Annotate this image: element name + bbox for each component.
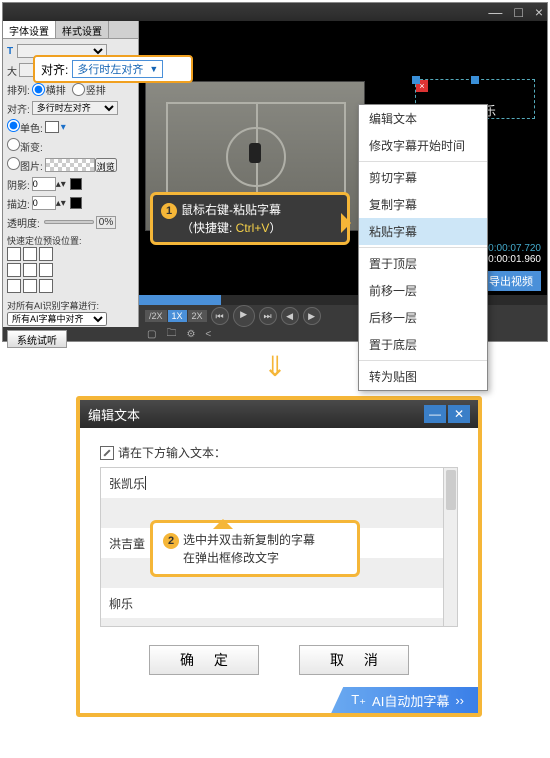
dialog-minimize-button[interactable]: — [424,405,446,423]
ctx-move-backward[interactable]: 后移一层 [359,304,487,331]
text-tool-icon[interactable]: T [7,46,13,57]
dialog-prompt: 请在下方输入文本： [100,444,458,461]
stepper-icon[interactable]: ▴▾ [56,198,66,209]
ai-caption-label: 对所有AI识别字幕进行: [7,299,134,312]
ctx-cut-subtitle[interactable]: 剪切字幕 [359,164,487,191]
window-titlebar: — □ × [3,3,547,21]
shadow-label: 阴影: [7,177,30,192]
timecode-display: 00:00:07.720 00:00:01.960 [483,243,541,265]
ai-auto-subtitle-button[interactable]: T₊ AI自动加字幕 ›› [331,687,478,713]
dialog-titlebar: 编辑文本 — ✕ [80,400,478,428]
ctx-move-forward[interactable]: 前移一层 [359,277,487,304]
list-item[interactable]: 张凯乐 [101,468,457,498]
align-dropdown-highlight: 对齐: 多行时左对齐▼ [33,55,193,83]
image-label[interactable]: 图片: [7,157,43,173]
color-label[interactable]: 单色: [7,119,43,135]
shadow-color[interactable] [70,178,82,190]
arrange-label: 排列: [7,82,30,97]
maximize-button[interactable]: □ [514,4,522,20]
outline-color[interactable] [70,197,82,209]
list-item[interactable]: 柳乐 [101,588,457,618]
next-button[interactable]: ⏭ [259,307,277,325]
stepper-icon[interactable]: ▴▾ [56,179,66,190]
close-button[interactable]: × [535,4,543,20]
scrollbar[interactable] [443,468,457,626]
video-subject [249,143,261,163]
color-swatch[interactable] [45,121,59,133]
quickpos-label: 快速定位预设位置: [7,234,134,247]
instruction-tooltip-1: 1鼠标右键-粘贴字幕 （快捷键: Ctrl+V） [150,192,350,245]
resize-handle[interactable] [471,76,479,84]
size-label: 大 [7,63,17,78]
browse-button[interactable]: 浏览 [95,158,117,172]
cancel-button[interactable]: 取 消 [299,645,409,675]
position-grid[interactable] [7,247,134,293]
align-label: 对齐: [7,101,30,116]
context-menu: 编辑文本 修改字幕开始时间 剪切字幕 复制字幕 粘贴字幕 置于顶层 前移一层 后… [358,104,488,391]
list-item[interactable] [101,618,457,627]
dialog-close-button[interactable]: ✕ [448,405,470,423]
tab-style-settings[interactable]: 样式设置 [56,21,109,38]
edit-icon [100,446,114,460]
speed-toggle[interactable]: /2X 1X 2X [145,310,207,322]
step-back-button[interactable]: ◀ [281,307,299,325]
ctx-bring-to-front[interactable]: 置于顶层 [359,250,487,277]
flow-arrow-icon: ⇓ [263,350,286,383]
opacity-value: 0% [96,216,116,229]
ok-button[interactable]: 确 定 [149,645,259,675]
color-dropdown-icon[interactable]: ▾ [61,122,66,133]
system-test-button[interactable]: 系统试听 [7,330,67,348]
opacity-label: 透明度: [7,215,40,230]
ctx-edit-text[interactable]: 编辑文本 [359,105,487,132]
ctx-paste-subtitle[interactable]: 粘贴字幕 [359,218,487,245]
opacity-slider[interactable] [44,220,94,224]
step-number: 1 [161,203,177,219]
step-number: 2 [163,533,179,549]
settings-icon[interactable]: ⚙ [186,329,195,340]
ai-icon: T₊ [351,692,366,708]
arrange-vertical[interactable]: 竖排 [72,82,106,97]
shadow-input[interactable] [32,177,56,191]
ctx-copy-subtitle[interactable]: 复制字幕 [359,191,487,218]
align-combo[interactable]: 多行时左对齐▼ [72,60,163,78]
resize-handle[interactable] [412,76,420,84]
step-fwd-button[interactable]: ▶ [303,307,321,325]
dialog-title: 编辑文本 [88,405,140,424]
outline-input[interactable] [32,196,56,210]
align-callout-label: 对齐: [41,61,68,78]
prev-button[interactable]: ⏮ [211,307,229,325]
share-icon[interactable]: < [205,329,211,340]
ctx-convert-to-sticker[interactable]: 转为贴图 [359,363,487,390]
chevron-down-icon: ▼ [149,64,158,74]
panel-tabs: 字体设置 样式设置 [3,21,138,39]
ctx-modify-start-time[interactable]: 修改字幕开始时间 [359,132,487,159]
outline-label: 描边: [7,196,30,211]
play-button[interactable]: ▶ [233,305,255,327]
bottom-toolbar: ▢ 🗀 ⚙ < [139,327,219,341]
ctx-send-to-back[interactable]: 置于底层 [359,331,487,358]
tab-font-settings[interactable]: 字体设置 [3,21,56,38]
minimize-button[interactable]: — [488,4,502,20]
arrange-horizontal[interactable]: 横排 [32,82,66,97]
folder-icon[interactable]: 🗀 [166,326,176,343]
ai-caption-select[interactable]: 所有AI字幕中对齐 [7,312,107,326]
open-icon[interactable]: ▢ [147,329,156,340]
gradient-label[interactable]: 渐变: [7,138,43,154]
instruction-tooltip-2: 2选中并双击新复制的字幕 在弹出框修改文字 [150,520,360,577]
align-select[interactable]: 多行时左对齐 [32,101,118,115]
chevron-right-icon: ›› [455,693,464,708]
image-preview [45,158,95,172]
